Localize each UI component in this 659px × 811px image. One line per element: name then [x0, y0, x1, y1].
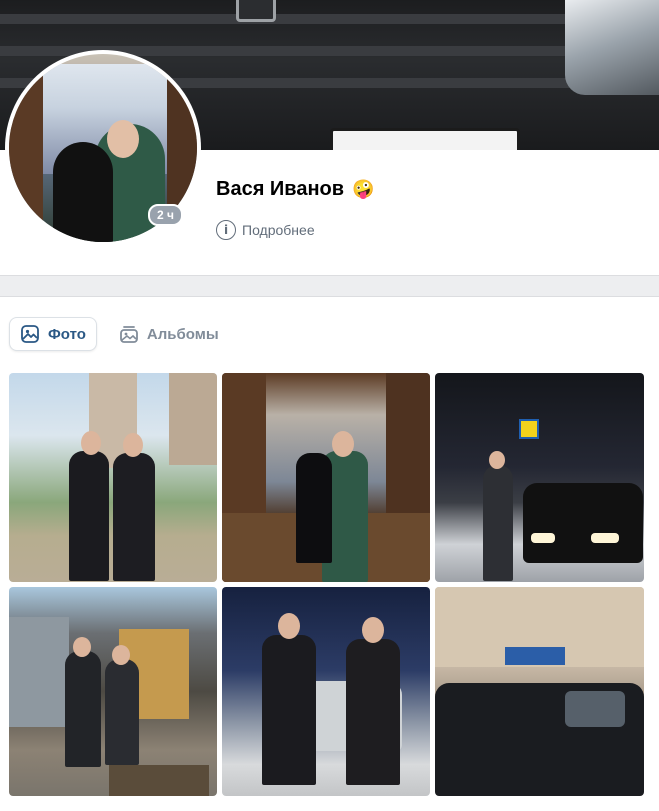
photo-car [523, 483, 643, 563]
photo-tile[interactable] [222, 587, 430, 796]
photo-tile[interactable] [435, 587, 644, 796]
tab-albums-label: Альбомы [146, 325, 219, 343]
photo-person [69, 451, 109, 581]
photo-person [65, 651, 101, 767]
photo-tile[interactable] [222, 373, 430, 582]
tab-photos-label: Фото [48, 325, 86, 343]
photo-grill [109, 765, 209, 796]
info-icon: i [216, 220, 236, 240]
cover-license-plate [330, 128, 520, 150]
profile-name: Вася Иванов [216, 178, 345, 200]
photo-garage-wall [9, 617, 69, 727]
photo-car-headlight [591, 533, 619, 543]
photo-person [346, 639, 400, 785]
photo-person [262, 635, 316, 785]
tab-photos[interactable]: Фото [9, 317, 97, 351]
more-info-label: Подробнее [242, 222, 315, 238]
photo-tabs: Фото Альбомы [9, 317, 229, 351]
photo-person-head [278, 613, 300, 639]
cover-headlight [565, 0, 659, 95]
photo-person-head [112, 645, 130, 665]
photo-road-sign [519, 419, 539, 439]
photo-person-head [123, 433, 143, 457]
cover-car-emblem [236, 0, 276, 22]
photo-person-head [73, 637, 91, 657]
more-info-link[interactable]: i Подробнее [216, 220, 315, 240]
photo-car-headlight [531, 533, 555, 543]
tab-albums[interactable]: Альбомы [109, 317, 229, 351]
avatar-person-head [107, 120, 139, 158]
photo-person [105, 659, 139, 765]
avatar-frame-left [9, 54, 43, 242]
albums-icon [120, 326, 138, 343]
photo-tile[interactable] [435, 373, 644, 582]
photo-car-window [565, 691, 625, 727]
avatar-person-woman [53, 142, 113, 242]
cover-grille-slat [0, 14, 659, 24]
photo-icon [21, 325, 39, 343]
photo-building [169, 373, 217, 465]
photo-awning [505, 647, 565, 665]
photo-person [296, 453, 332, 563]
photo-tile[interactable] [9, 587, 217, 796]
profile-name-row: Вася Иванов 🤪 [216, 178, 374, 201]
photo-person [113, 453, 155, 581]
photo-person-head [489, 451, 505, 469]
photo-grid [9, 373, 644, 796]
photo-tile[interactable] [9, 373, 217, 582]
photo-person-head [332, 431, 354, 457]
status-emoji[interactable]: 🤪 [352, 179, 374, 200]
photo-person [483, 465, 513, 581]
photos-section: Фото Альбомы [0, 296, 659, 811]
last-seen-badge: 2 ч [148, 204, 183, 226]
photo-person-head [362, 617, 384, 643]
photo-person-head [81, 431, 101, 455]
